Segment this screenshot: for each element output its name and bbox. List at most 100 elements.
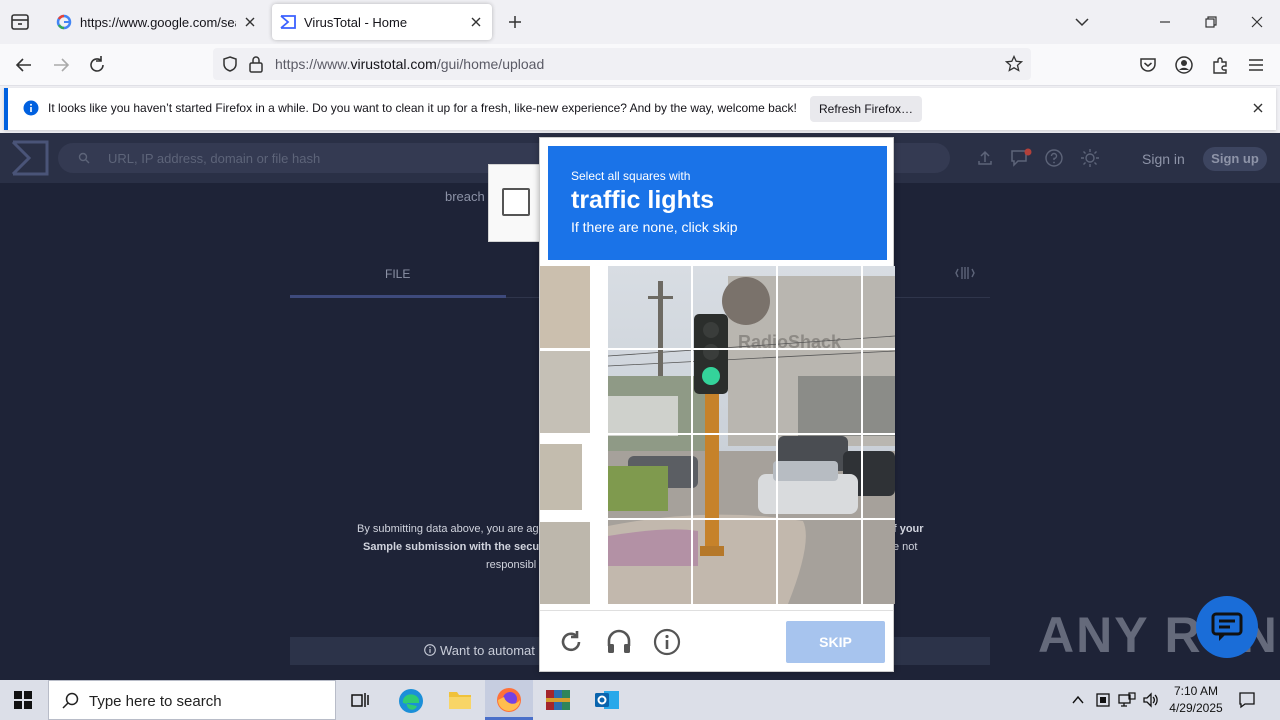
challenge-instructions: Select all squares with traffic lights I… [548, 146, 887, 260]
upload-icon[interactable] [976, 149, 994, 167]
task-view-button[interactable] [336, 680, 384, 720]
grid-divider [861, 266, 863, 604]
minimize-icon[interactable] [1155, 12, 1175, 32]
tab-virustotal[interactable]: VirusTotal - Home [272, 4, 492, 40]
restore-icon[interactable] [1201, 12, 1221, 32]
taskbar-search-input[interactable]: Type here to search [48, 680, 336, 720]
terms-text-line2[interactable]: Sample submission with the secur [363, 541, 543, 553]
search-api-icon[interactable] [955, 265, 975, 281]
shield-icon[interactable] [221, 55, 239, 73]
skip-button[interactable]: SKIP [786, 621, 885, 663]
bookmark-star-icon[interactable] [1005, 55, 1023, 73]
virustotal-icon [280, 14, 296, 30]
terms-text-line1: By submitting data above, you are ag [357, 523, 539, 535]
back-icon[interactable] [13, 54, 35, 76]
street-scene-image[interactable]: RadioShack [608, 266, 895, 604]
url-path: /gui/home/upload [436, 56, 545, 72]
instruction-line3: If there are none, click skip [571, 219, 738, 235]
windows-start-icon[interactable] [14, 691, 32, 709]
clock-time: 7:10 AM [1173, 684, 1219, 698]
tab-list-icon[interactable] [8, 11, 32, 33]
tab-google-search[interactable]: https://www.google.com/search [48, 4, 266, 40]
network-icon[interactable] [1118, 692, 1136, 708]
automate-text: Want to automat [440, 643, 535, 658]
reload-challenge-icon[interactable] [558, 629, 584, 655]
breach-text: breach [445, 189, 485, 204]
lock-icon[interactable] [248, 55, 264, 73]
grid-divider [608, 348, 895, 350]
search-icon [78, 152, 90, 164]
new-tab-icon[interactable] [505, 12, 525, 32]
audio-challenge-icon[interactable] [605, 628, 633, 656]
navigation-bar: https://www.virustotal.com/gui/home/uplo… [0, 44, 1280, 86]
file-tab[interactable]: FILE [385, 267, 410, 281]
clock-date: 4/29/2025 [1169, 701, 1223, 715]
chevron-down-icon[interactable] [1072, 12, 1092, 32]
taskbar-file-explorer[interactable] [436, 680, 484, 720]
tray-chevron-up-icon[interactable] [1071, 693, 1085, 707]
challenge-image-grid[interactable]: RadioShack [540, 266, 895, 604]
terms-text-line2-end: e not [893, 541, 918, 553]
tile-fading[interactable] [540, 351, 590, 433]
challenge-footer: SKIP [540, 610, 893, 672]
virustotal-logo-icon[interactable] [11, 140, 49, 176]
chat-icon [1210, 611, 1244, 643]
tile-fading[interactable] [540, 266, 590, 348]
help-icon[interactable] [1045, 149, 1063, 167]
grid-divider [608, 433, 895, 435]
refresh-firefox-notification: It looks like you haven’t started Firefo… [4, 88, 1276, 130]
reload-icon[interactable] [86, 54, 108, 76]
recaptcha-checkbox[interactable] [502, 188, 530, 216]
grid-divider [776, 266, 778, 604]
close-window-icon[interactable] [1247, 12, 1267, 32]
help-info-icon[interactable] [653, 628, 681, 656]
recaptcha-checkbox-anchor [488, 164, 540, 242]
volume-icon[interactable] [1142, 692, 1160, 708]
url-domain: virustotal.com [350, 56, 437, 72]
search-icon [62, 692, 79, 709]
theme-sun-icon[interactable] [1080, 148, 1100, 168]
google-icon [56, 14, 72, 30]
vt-search-placeholder: URL, IP address, domain or file hash [108, 151, 321, 166]
taskbar-outlook[interactable] [583, 680, 631, 720]
close-tab-icon[interactable] [242, 14, 258, 30]
outlook-icon [594, 688, 620, 712]
sign-in-link[interactable]: Sign in [1142, 151, 1185, 167]
tab-bar: https://www.google.com/search VirusTotal… [0, 0, 1280, 44]
tab-title: https://www.google.com/search [80, 14, 236, 30]
url-bar[interactable]: https://www.virustotal.com/gui/home/uplo… [213, 48, 1031, 80]
support-chat-button[interactable] [1196, 596, 1258, 658]
chat-notification-icon[interactable] [1010, 148, 1032, 168]
taskbar-firefox[interactable] [485, 680, 533, 720]
defender-tray-icon[interactable] [1095, 692, 1111, 708]
notification-message: It looks like you haven’t started Firefo… [48, 101, 797, 115]
system-clock[interactable]: 7:10 AM 4/29/2025 [1164, 684, 1228, 715]
extensions-icon[interactable] [1209, 54, 1231, 76]
taskbar-winrar[interactable] [534, 680, 582, 720]
info-circle-icon [424, 644, 436, 656]
menu-icon[interactable] [1245, 54, 1267, 76]
tab-title: VirusTotal - Home [304, 14, 408, 30]
tile-fading[interactable] [540, 444, 582, 510]
taskbar-edge[interactable] [387, 680, 435, 720]
sign-up-button[interactable]: Sign up [1203, 147, 1267, 171]
instruction-target: traffic lights [571, 186, 715, 214]
file-tab-indicator [290, 295, 506, 298]
task-view-icon [350, 690, 370, 710]
url-text[interactable]: https://www.virustotal.com/gui/home/uplo… [275, 56, 544, 72]
recaptcha-challenge: Select all squares with traffic lights I… [539, 137, 895, 672]
pocket-icon[interactable] [1137, 54, 1159, 76]
tile-fading[interactable] [540, 522, 590, 604]
close-tab-icon[interactable] [468, 14, 484, 30]
winrar-icon [545, 688, 571, 712]
terms-text-line1-end: f your [893, 523, 924, 535]
firefox-icon [496, 687, 522, 713]
refresh-firefox-button[interactable]: Refresh Firefox… [810, 96, 922, 122]
forward-icon[interactable] [50, 54, 72, 76]
account-icon[interactable] [1173, 54, 1195, 76]
url-prefix: https://www. [275, 56, 351, 72]
notifications-icon[interactable] [1238, 691, 1256, 709]
edge-icon [398, 688, 424, 714]
terms-text-line3: responsibl [486, 559, 537, 571]
close-notification-icon[interactable] [1251, 101, 1265, 115]
